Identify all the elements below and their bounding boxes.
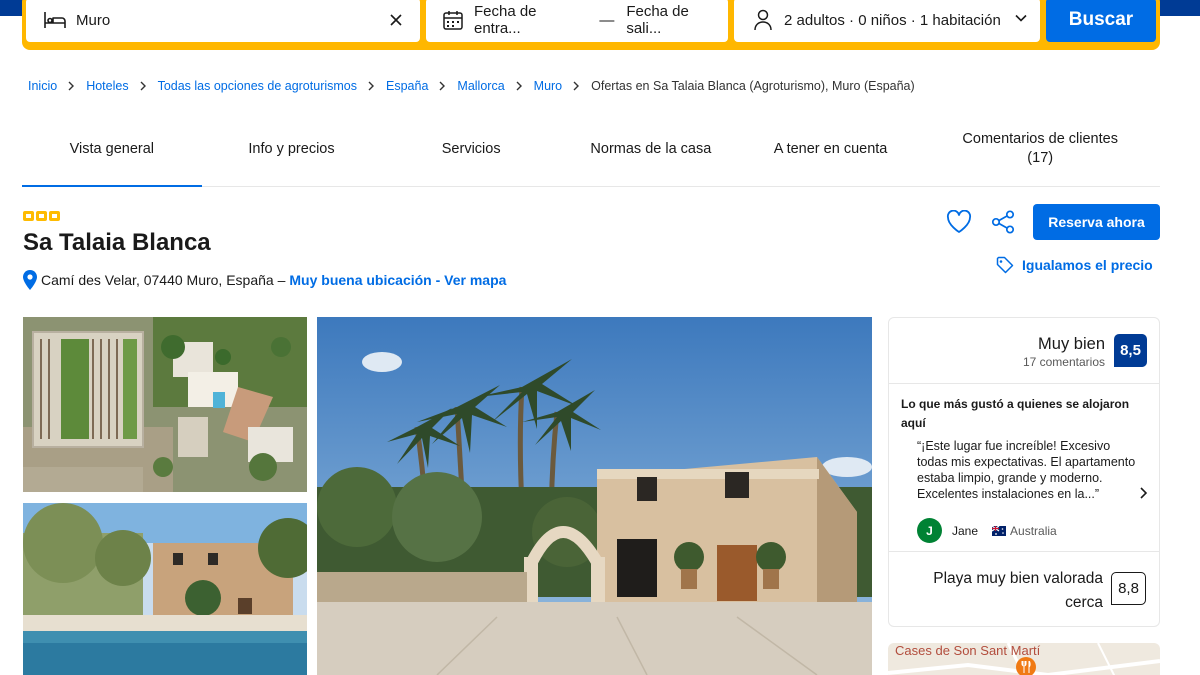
map-preview[interactable]: Cases de Son Sant Martí (888, 643, 1160, 675)
checkout-field[interactable]: Fecha de sali... (626, 3, 728, 37)
price-tag-icon (996, 256, 1014, 274)
tab-comentarios[interactable]: Comentarios de clientes (17) (920, 120, 1160, 186)
property-name: Sa Talaia Blanca (23, 229, 211, 256)
breadcrumb-item-muro[interactable]: Muro (534, 79, 562, 93)
chevron-right-icon (439, 81, 446, 91)
reviewer-name: Jane (952, 523, 979, 538)
search-bar: Muro Fecha de entra... — Fecha de sali..… (22, 0, 1160, 50)
guests-field[interactable]: 2 adultos · 0 niños · 1 habitación (734, 0, 1040, 42)
tab-info-precios[interactable]: Info y precios (202, 120, 382, 186)
destination-value[interactable]: Muro (76, 12, 110, 29)
breadcrumb: Inicio Hoteles Todas las opciones de agr… (28, 79, 915, 93)
tab-vista-general[interactable]: Vista general (22, 120, 202, 187)
australia-flag-icon (992, 525, 1007, 536)
chevron-right-icon (516, 81, 523, 91)
photo-pool[interactable] (23, 503, 307, 675)
star-icon (23, 211, 34, 221)
breadcrumb-item-agroturismos[interactable]: Todas las opciones de agroturismos (158, 79, 357, 93)
chevron-down-icon[interactable] (1014, 11, 1028, 29)
breadcrumb-current: Ofertas en Sa Talaia Blanca (Agroturismo… (591, 79, 915, 93)
breadcrumb-item-inicio[interactable]: Inicio (28, 79, 57, 93)
review-score-row[interactable]: Muy bien 17 comentarios 8,5 (889, 318, 1159, 384)
chevron-right-icon (68, 81, 75, 91)
search-button[interactable]: Buscar (1046, 0, 1156, 42)
calendar-icon (440, 7, 466, 33)
star-rating (23, 211, 60, 221)
tab-a-tener-en-cuenta[interactable]: A tener en cuenta (741, 120, 921, 186)
beach-rating-row: Playa muy bien valorada cerca 8,8 (889, 551, 1159, 627)
chevron-right-icon (573, 81, 580, 91)
price-match-link[interactable]: Igualamos el precio (996, 256, 1153, 274)
reviewer-info: J Jane Australia (917, 518, 1057, 543)
destination-field[interactable]: Muro (26, 0, 420, 42)
clear-icon[interactable] (386, 10, 406, 30)
bed-icon (42, 7, 68, 33)
guests-value[interactable]: 2 adultos · 0 niños · 1 habitación (784, 12, 1001, 29)
property-tabs: Vista general Info y precios Servicios N… (22, 120, 1160, 187)
address-text: Camí des Velar, 07440 Muro, España – (41, 272, 286, 288)
dates-field[interactable]: Fecha de entra... — Fecha de sali... (426, 0, 728, 42)
tab-servicios[interactable]: Servicios (381, 120, 561, 186)
beach-score-badge: 8,8 (1111, 572, 1146, 605)
price-match-label[interactable]: Igualamos el precio (1022, 257, 1153, 273)
restaurant-pin-icon (1016, 657, 1036, 675)
review-summary-card: Muy bien 17 comentarios 8,5 Lo que más g… (888, 317, 1160, 627)
breadcrumb-item-hoteles[interactable]: Hoteles (86, 79, 128, 93)
property-address: Camí des Velar, 07440 Muro, España – Muy… (23, 270, 506, 290)
chevron-right-icon (140, 81, 147, 91)
avatar: J (917, 518, 942, 543)
chevron-right-icon[interactable] (1139, 486, 1148, 505)
review-score-badge: 8,5 (1114, 334, 1147, 367)
star-icon (36, 211, 47, 221)
photo-main-house[interactable] (317, 317, 872, 675)
breadcrumb-item-mallorca[interactable]: Mallorca (457, 79, 504, 93)
review-score-word: Muy bien (1038, 335, 1105, 353)
checkin-field[interactable]: Fecha de entra... (474, 3, 587, 37)
person-icon (750, 7, 776, 33)
beach-rating-text: Playa muy bien valorada cerca (933, 570, 1103, 611)
reserve-button[interactable]: Reserva ahora (1033, 204, 1160, 240)
star-icon (49, 211, 60, 221)
photo-aerial-view[interactable] (23, 317, 307, 492)
review-quote: “¡Este lugar fue increíble! Excesivo tod… (917, 439, 1136, 501)
tab-normas[interactable]: Normas de la casa (561, 120, 741, 186)
liked-most-title: Lo que más gustó a quienes se alojaron a… (901, 397, 1130, 430)
chevron-right-icon (368, 81, 375, 91)
dates-separator: — (599, 11, 615, 29)
heart-icon[interactable] (944, 207, 974, 237)
review-count: 17 comentarios (1022, 355, 1105, 369)
reviewer-country: Australia (1010, 523, 1057, 538)
location-map-link[interactable]: Muy buena ubicación - Ver mapa (289, 272, 506, 288)
map-place-label: Cases de Son Sant Martí (895, 643, 1041, 658)
map-pin-icon (23, 270, 37, 290)
share-icon[interactable] (988, 207, 1018, 237)
breadcrumb-item-espana[interactable]: España (386, 79, 428, 93)
